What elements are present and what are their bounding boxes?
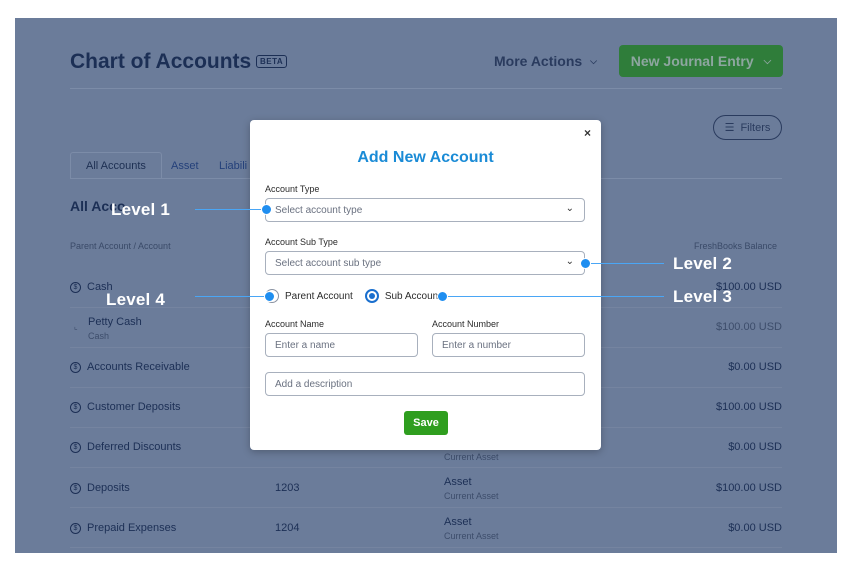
account-number: 1204 bbox=[275, 522, 300, 534]
balance: $0.00 USD bbox=[728, 361, 782, 373]
header-divider bbox=[70, 88, 782, 89]
account-name: $ Prepaid Expenses bbox=[70, 522, 176, 534]
filters-button[interactable]: ☰ Filters bbox=[713, 115, 782, 140]
account-type-select[interactable]: Select account type ⌄ bbox=[265, 198, 585, 222]
sub-account-radio[interactable] bbox=[364, 289, 379, 303]
account-type-text: Asset bbox=[444, 476, 472, 488]
account-name-text: Prepaid Expenses bbox=[87, 522, 177, 534]
page-title: Chart of Accounts bbox=[70, 50, 252, 73]
tab-liabilities[interactable]: Liabili bbox=[219, 152, 247, 179]
dollar-icon: $ bbox=[70, 281, 81, 293]
table-row[interactable]: $ Deposits 1203 Asset Current Asset $100… bbox=[70, 468, 782, 508]
tab-all-accounts[interactable]: All Accounts bbox=[70, 152, 162, 179]
callout-level3: Level 3 bbox=[673, 287, 733, 306]
account-number: 1203 bbox=[275, 482, 300, 494]
filters-label: Filters bbox=[740, 121, 771, 134]
add-account-modal: × Add New Account Account Type Select ac… bbox=[250, 120, 601, 450]
account-type: Asset Current Asset bbox=[444, 476, 499, 501]
callout-line-level2 bbox=[587, 263, 664, 264]
balance: $100.00 USD bbox=[715, 401, 782, 413]
description-placeholder: Add a description bbox=[275, 378, 353, 390]
account-type: Current Asset bbox=[444, 452, 499, 462]
account-name: $ Deferred Discounts bbox=[70, 441, 181, 453]
callout-level2: Level 2 bbox=[673, 254, 733, 273]
account-sub-type-select[interactable]: Select account sub type ⌄ bbox=[265, 251, 585, 275]
column-header-account: Parent Account / Account bbox=[70, 241, 171, 251]
dollar-icon: $ bbox=[70, 441, 81, 453]
chevron-down-icon: ⌄ bbox=[565, 203, 574, 214]
callout-line-level4 bbox=[195, 296, 267, 297]
account-name-text: Deposits bbox=[87, 482, 130, 494]
chevron-down-icon: ⌵ bbox=[763, 55, 772, 67]
sub-account-label: Sub Account bbox=[384, 290, 441, 302]
balance: $0.00 USD bbox=[728, 522, 782, 534]
account-type: Asset Current Asset bbox=[444, 516, 499, 541]
more-actions-label: More Actions bbox=[494, 53, 583, 69]
account-number-label: Account Number bbox=[432, 319, 500, 329]
callout-dot-level1 bbox=[261, 204, 272, 215]
account-name-placeholder: Enter a name bbox=[275, 339, 336, 351]
dollar-icon: $ bbox=[70, 522, 81, 534]
dollar-icon: $ bbox=[70, 361, 81, 373]
account-name: $ Customer Deposits bbox=[70, 401, 181, 413]
account-type-label: Account Type bbox=[265, 184, 320, 194]
callout-dot-level4 bbox=[264, 291, 275, 302]
callout-dot-level2 bbox=[580, 258, 591, 269]
account-sub-type-label: Account Sub Type bbox=[265, 237, 338, 247]
account-number-placeholder: Enter a number bbox=[442, 339, 511, 351]
account-number-input[interactable]: Enter a number bbox=[432, 333, 585, 357]
account-name-label: Account Name bbox=[265, 319, 325, 329]
new-journal-entry-label: New Journal Entry bbox=[630, 53, 754, 69]
stage: Chart of Accounts BETA More Actions ⌵ Ne… bbox=[0, 0, 852, 577]
account-subtype: Current Asset bbox=[444, 531, 499, 541]
account-type-placeholder: Select account type bbox=[275, 204, 363, 216]
callout-line-level1 bbox=[195, 209, 267, 210]
table-row[interactable]: $ Prepaid Expenses 1204 Asset Current As… bbox=[70, 508, 782, 548]
parent-account-label: Parent Account bbox=[285, 290, 353, 302]
account-name-text: Petty Cash bbox=[88, 316, 142, 328]
account-subtype: Current Asset bbox=[444, 452, 499, 462]
balance: $100.00 USD bbox=[715, 321, 782, 333]
new-journal-entry-button[interactable]: New Journal Entry ⌵ bbox=[619, 45, 783, 77]
account-name-text: Deferred Discounts bbox=[87, 441, 182, 453]
sub-indent-icon: ⌞ bbox=[74, 322, 78, 331]
tab-label: All Accounts bbox=[86, 160, 146, 172]
modal-title: Add New Account bbox=[357, 149, 494, 166]
account-name-input[interactable]: Enter a name bbox=[265, 333, 418, 357]
chevron-down-icon: ⌄ bbox=[565, 256, 574, 267]
account-level-radios: Parent Account Sub Account bbox=[265, 289, 441, 303]
dollar-icon: $ bbox=[70, 482, 81, 494]
more-actions-button[interactable]: More Actions ⌵ bbox=[494, 53, 597, 69]
column-header-balance: FreshBooks Balance bbox=[693, 241, 777, 251]
account-name-text: Customer Deposits bbox=[87, 401, 181, 413]
tab-asset[interactable]: Asset bbox=[171, 152, 199, 179]
save-button[interactable]: Save bbox=[404, 411, 448, 435]
callout-dot-level3 bbox=[437, 291, 448, 302]
tab-label: Asset bbox=[171, 159, 199, 172]
beta-badge: BETA bbox=[256, 55, 288, 68]
tab-label: Liabili bbox=[219, 159, 248, 172]
callout-level1: Level 1 bbox=[111, 200, 171, 219]
chevron-down-icon: ⌵ bbox=[590, 55, 597, 66]
description-input[interactable]: Add a description bbox=[265, 372, 585, 396]
sliders-icon: ☰ bbox=[724, 122, 735, 134]
balance: $0.00 USD bbox=[728, 441, 782, 453]
account-name: ⌞ Petty Cash Cash bbox=[74, 316, 142, 341]
account-type-text: Asset bbox=[444, 516, 472, 528]
close-icon[interactable]: × bbox=[584, 126, 591, 140]
account-sub-type-placeholder: Select account sub type bbox=[275, 257, 382, 269]
dollar-icon: $ bbox=[70, 401, 81, 413]
account-name: $ Deposits bbox=[70, 482, 130, 494]
callout-level4: Level 4 bbox=[106, 290, 166, 309]
parent-account-text: Cash bbox=[88, 331, 110, 341]
callout-line-level3 bbox=[442, 296, 664, 297]
account-subtype: Current Asset bbox=[444, 491, 499, 501]
account-name: $ Accounts Receivable bbox=[70, 361, 190, 373]
account-name-text: Accounts Receivable bbox=[87, 361, 190, 373]
balance: $100.00 USD bbox=[715, 482, 782, 494]
